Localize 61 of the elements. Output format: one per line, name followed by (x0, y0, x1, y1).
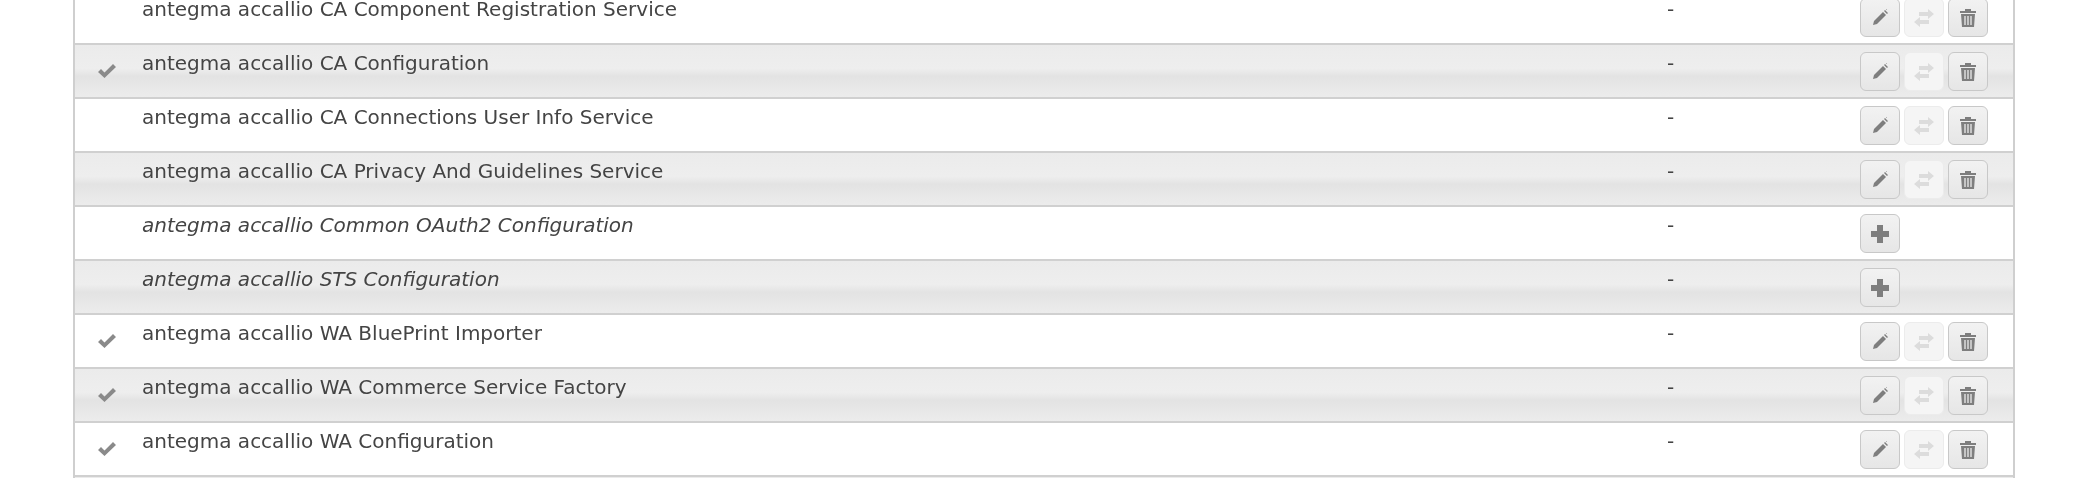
edit-button[interactable] (1860, 0, 1900, 37)
plus-icon (1871, 278, 1889, 297)
delete-button[interactable] (1948, 376, 1988, 415)
add-button[interactable] (1860, 214, 1900, 253)
swap-arrows-icon (1913, 439, 1935, 460)
edit-button[interactable] (1860, 52, 1900, 91)
table-cell-text: - (1666, 428, 1675, 454)
trash-icon (1959, 7, 1977, 28)
delete-button[interactable] (1948, 52, 1988, 91)
trash-icon (1959, 61, 1977, 82)
delete-button[interactable] (1948, 322, 1988, 361)
table-cell-text: antegma accallio STS Configuration (142, 266, 500, 292)
swap-arrows-icon (1913, 7, 1935, 28)
table-cell-text: - (1666, 266, 1675, 292)
swap-arrows-icon (1913, 385, 1935, 406)
edit-button[interactable] (1860, 430, 1900, 469)
table-cell-text: - (1666, 50, 1675, 76)
pencil-icon (1870, 385, 1890, 406)
edit-button[interactable] (1860, 106, 1900, 145)
checkmark-icon (97, 63, 117, 79)
table-cell-text: antegma accallio CA Connections User Info Service (142, 104, 654, 130)
add-button[interactable] (1860, 268, 1900, 307)
table-cell-text: - (1666, 158, 1675, 184)
delete-button[interactable] (1948, 0, 1988, 37)
delete-button[interactable] (1948, 106, 1988, 145)
table-cell-text: antegma accallio WA BluePrint Importer (142, 320, 542, 346)
checkmark-icon (97, 387, 117, 403)
trash-icon (1959, 331, 1977, 352)
swap-arrows-icon (1913, 331, 1935, 352)
delete-button[interactable] (1948, 160, 1988, 199)
table-cell-text: - (1666, 320, 1675, 346)
pencil-icon (1870, 169, 1890, 190)
delete-button[interactable] (1948, 430, 1988, 469)
pencil-icon (1870, 439, 1890, 460)
table-cell-text: - (1666, 104, 1675, 130)
table-cell-text: antegma accallio CA Configuration (142, 50, 490, 76)
edit-button[interactable] (1860, 322, 1900, 361)
edit-button[interactable] (1860, 160, 1900, 199)
table-cell-text: - (1666, 212, 1675, 238)
checkmark-icon (97, 333, 117, 349)
table-cell-text: antegma accallio WA Commerce Service Factory (142, 374, 627, 400)
trash-icon (1959, 115, 1977, 136)
table-cell-text: - (1666, 0, 1675, 22)
table-cell-text: antegma accallio WA Configuration (142, 428, 494, 454)
swap-arrows-icon (1913, 61, 1935, 82)
edit-button[interactable] (1860, 376, 1900, 415)
table-cell-text: antegma accallio Common OAuth2 Configuration (142, 212, 634, 238)
swap-arrows-icon (1913, 169, 1935, 190)
pencil-icon (1870, 331, 1890, 352)
swap-arrows-icon (1913, 115, 1935, 136)
pencil-icon (1870, 115, 1890, 136)
table-cell-text: - (1666, 374, 1675, 400)
table-cell-text: antegma accallio CA Privacy And Guidelines Service (142, 158, 664, 184)
plus-icon (1871, 224, 1889, 243)
trash-icon (1959, 385, 1977, 406)
checkmark-icon (97, 441, 117, 457)
trash-icon (1959, 169, 1977, 190)
table-cell: antegma accallio CA Component Registration Service (142, 0, 677, 22)
pencil-icon (1870, 61, 1890, 82)
trash-icon (1959, 439, 1977, 460)
pencil-icon (1870, 7, 1890, 28)
